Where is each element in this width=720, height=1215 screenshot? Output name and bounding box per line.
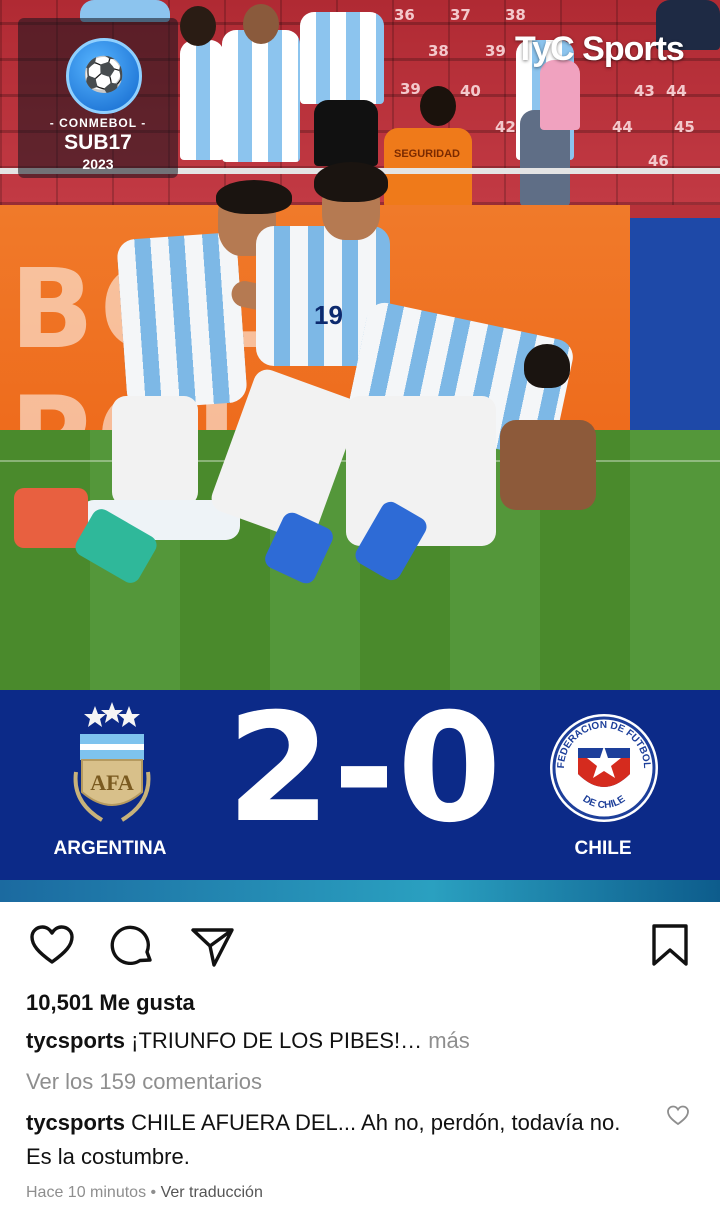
player-shorts [112, 396, 198, 506]
afa-crest-text: AFA [90, 770, 134, 795]
vest-text: SEGURIDAD [394, 148, 461, 160]
seat-number: 43 [634, 82, 655, 100]
seat-number: 39 [485, 42, 506, 60]
comment-heart-icon[interactable] [666, 1104, 690, 1128]
fan [180, 40, 224, 160]
share-icon[interactable] [188, 922, 236, 970]
caption-text: ¡TRIUNFO DE LOS PIBES!… [125, 1028, 423, 1053]
home-team-name: ARGENTINA [53, 838, 167, 859]
fan [314, 100, 378, 166]
post-photo[interactable]: 36 37 38 38 39 39 40 42 43 44 44 45 46 S… [0, 0, 720, 690]
fan-head [180, 6, 216, 46]
seat-number: 39 [400, 80, 421, 98]
chile-crest-icon: FEDERACION DE FUTBOL DE CHILE [550, 714, 658, 822]
fan [300, 12, 384, 104]
translate-link[interactable]: Ver traducción [161, 1184, 263, 1201]
logo-line-2: SUB17 [64, 131, 132, 154]
heart-icon[interactable] [28, 922, 76, 970]
away-team-name: CHILE [574, 838, 632, 859]
post-meta: Hace 10 minutos • Ver traducción [26, 1184, 263, 1202]
seat-number: 44 [666, 82, 687, 100]
player-boot [14, 488, 88, 548]
bookmark-icon[interactable] [646, 922, 694, 970]
comment-username[interactable]: tycsports [26, 1110, 125, 1135]
player-hair [524, 344, 570, 388]
seat-number: 37 [450, 6, 471, 24]
afa-crest-icon: AFA [73, 702, 151, 822]
match-score: 2-0 [226, 682, 504, 856]
player-hair [216, 180, 292, 214]
banner-strip [0, 880, 720, 902]
logo-line-3: 2023 [82, 156, 114, 172]
guard-head [420, 86, 456, 126]
caption-username[interactable]: tycsports [26, 1028, 125, 1053]
player-shirt [116, 232, 248, 410]
seat-number: 44 [612, 118, 633, 136]
advertising-board-blue [630, 218, 720, 443]
player-arm [500, 420, 596, 510]
broadcaster-logo: TyC Sports [515, 30, 685, 68]
soccer-player-icon: ⚽ [66, 38, 142, 114]
logo-line-1: - CONMEBOL - [49, 116, 147, 130]
fan-head [243, 4, 279, 44]
likes-count[interactable]: 10,501 Me gusta [26, 990, 195, 1016]
seat-number: 45 [674, 118, 695, 136]
comment-icon[interactable] [108, 922, 156, 970]
jersey-number: 19 [314, 300, 343, 330]
view-comments-link[interactable]: Ver los 159 comentarios [26, 1069, 262, 1095]
fan [540, 60, 580, 130]
seat-number: 38 [505, 6, 526, 24]
meta-separator: • [146, 1184, 161, 1201]
time-ago: Hace 10 minutos [26, 1184, 147, 1201]
player-hair [314, 162, 388, 202]
comment: tycsports CHILE AFUERA DEL... Ah no, per… [26, 1106, 646, 1174]
fan [222, 30, 300, 162]
tournament-logo: ⚽ - CONMEBOL - SUB17 2023 [18, 18, 178, 178]
seat-number: 40 [460, 82, 481, 100]
seat-number: 42 [495, 118, 516, 136]
post-caption: tycsports ¡TRIUNFO DE LOS PIBES!… más [26, 1028, 696, 1054]
caption-more-link[interactable]: más [422, 1028, 470, 1053]
seat-number: 38 [428, 42, 449, 60]
seat-number: 36 [394, 6, 415, 24]
